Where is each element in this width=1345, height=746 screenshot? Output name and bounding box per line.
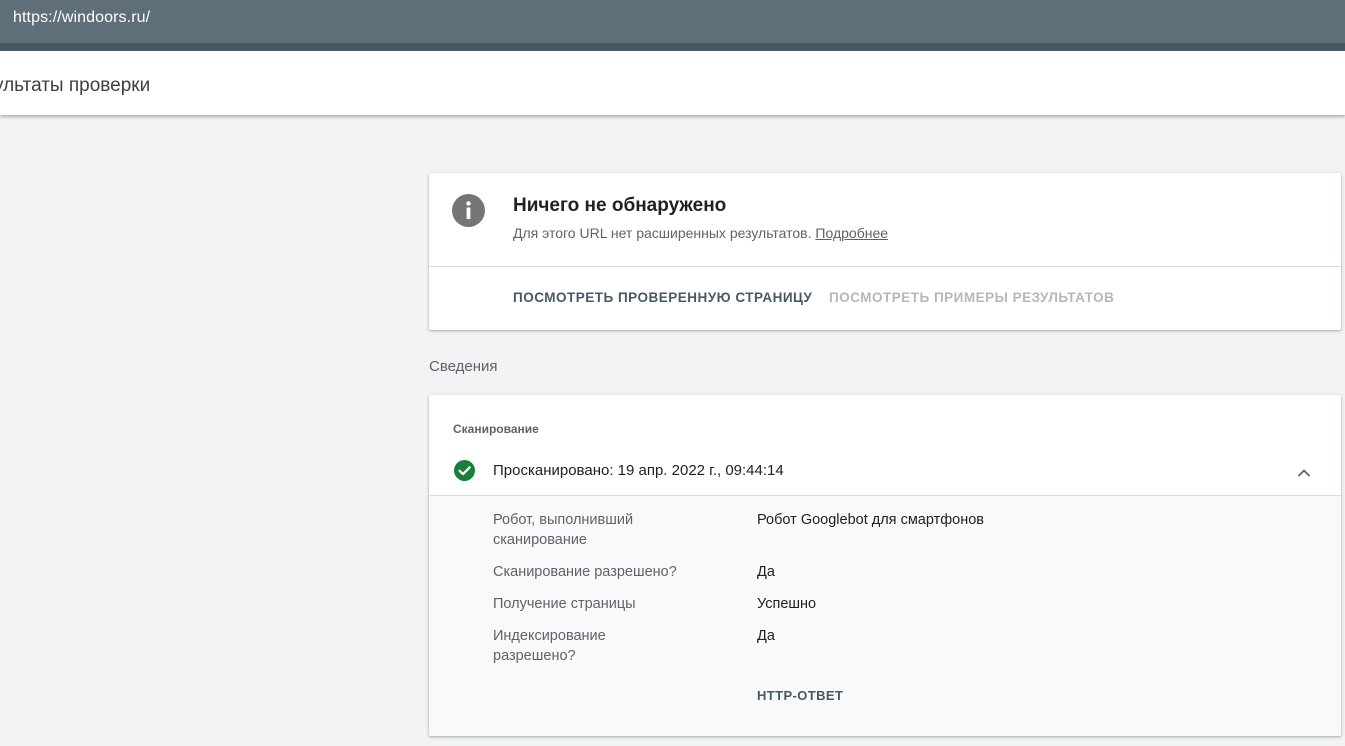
crawled-date: Просканировано: 19 апр. 2022 г., 09:44:1…: [493, 462, 784, 479]
crawl-group-label: Сканирование: [453, 422, 539, 436]
topbar-accent-strip: [0, 43, 1345, 51]
detail-value-indexing-allowed: Да: [757, 628, 775, 644]
crawl-details: Робот, выполнивший сканирование Робот Go…: [429, 495, 1341, 736]
detail-value-crawler: Робот Googlebot для смартфонов: [757, 512, 985, 528]
browser-url-bar: https://windoors.ru/: [0, 0, 1345, 43]
crawl-status-row[interactable]: Просканировано: 19 апр. 2022 г., 09:44:1…: [429, 451, 1341, 495]
view-result-examples-button[interactable]: ПОСМОТРЕТЬ ПРИМЕРЫ РЕЗУЛЬТАТОВ: [829, 290, 1114, 305]
learn-more-link[interactable]: Подробнее: [815, 225, 888, 241]
detail-value-crawl-allowed: Да: [757, 564, 775, 580]
detail-label-crawler: Робот, выполнивший сканирование: [493, 512, 634, 548]
view-tested-page-button[interactable]: ПОСМОТРЕТЬ ПРОВЕРЕННУЮ СТРАНИЦУ: [513, 290, 812, 305]
summary-card: Ничего не обнаружено Для этого URL нет р…: [429, 173, 1341, 330]
summary-subtitle-text: Для этого URL нет расширенных результато…: [513, 225, 812, 241]
card-divider: [429, 266, 1341, 267]
detail-label-crawl-allowed: Сканирование разрешено?: [493, 564, 677, 580]
page-header: ультаты проверки: [0, 51, 1345, 115]
chevron-up-icon[interactable]: [1295, 464, 1313, 482]
check-circle-icon: [454, 460, 475, 481]
info-icon: [452, 194, 485, 227]
summary-title: Ничего не обнаружено: [513, 195, 727, 216]
page-title: ультаты проверки: [0, 75, 151, 96]
details-section-label: Сведения: [429, 358, 498, 375]
http-response-button[interactable]: HTTP-ОТВЕТ: [757, 688, 843, 703]
detail-label-indexing-allowed: Индексирование разрешено?: [493, 628, 606, 664]
details-card: Сканирование Просканировано: 19 апр. 202…: [429, 395, 1341, 736]
summary-subtitle: Для этого URL нет расширенных результато…: [513, 225, 888, 241]
page-url[interactable]: https://windoors.ru/: [13, 9, 150, 27]
detail-label-page-fetch: Получение страницы: [493, 596, 636, 612]
detail-value-page-fetch: Успешно: [757, 596, 817, 612]
